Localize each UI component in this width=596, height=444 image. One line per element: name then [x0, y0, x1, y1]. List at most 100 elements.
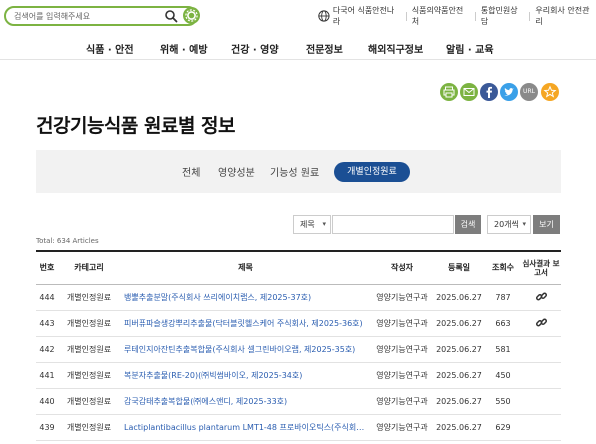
table-row: 440 개별인정원료 감국감태추출복합물(㈜에스앤디, 제2025-33호) 영양기능… [36, 388, 561, 414]
util-link-multilingual[interactable]: 다국어 식품안전나라 [333, 5, 401, 27]
row-report [521, 336, 561, 362]
row-title-link[interactable]: Lactiplantibacillus plantarum LMT1-48 프로… [120, 414, 371, 440]
divider [474, 11, 476, 21]
search-icon[interactable] [164, 9, 178, 23]
tab-nutrients[interactable]: 영양성분 [218, 164, 255, 179]
row-number: 441 [39, 370, 55, 380]
row-title-link[interactable]: 감국감태추출복합물(㈜에스앤디, 제2025-33호) [120, 388, 371, 414]
row-report[interactable] [521, 310, 561, 336]
row-title-link[interactable]: 피버퓨파슬생강뿌리추출물(닥터블릿헬스케어 주식회사, 제2025-36호) [120, 310, 371, 336]
col-title: 제목 [238, 263, 253, 273]
row-date: 2025.06.27 [436, 344, 482, 354]
row-number: 439 [39, 422, 55, 432]
row-category: 개별인정원료 [66, 292, 112, 302]
row-category: 개별인정원료 [66, 370, 112, 380]
facebook-button[interactable] [480, 83, 498, 101]
favorite-button[interactable] [541, 83, 559, 101]
link-icon [535, 292, 547, 300]
table-row: 439 개별인정원료 Lactiplantibacillus plantarum L… [36, 414, 561, 440]
twitter-button[interactable] [500, 83, 518, 101]
search-box [4, 6, 200, 26]
row-author: 영양기능연구과 [376, 396, 428, 406]
per-page-value: 20개씩 [494, 220, 519, 229]
total-count: Total: 634 Articles [36, 237, 99, 245]
page-title: 건강기능식품 원료별 정보 [36, 115, 236, 137]
url-copy-button[interactable]: URL [520, 83, 538, 101]
row-report [521, 362, 561, 388]
util-link-consult[interactable]: 통합민원상담 [481, 5, 525, 27]
row-number: 442 [39, 344, 55, 354]
row-number: 440 [39, 396, 55, 406]
nav-notice-education[interactable]: 알림 · 교육 [446, 41, 494, 56]
nav-overseas-purchase[interactable]: 해외직구정보 [368, 41, 423, 56]
table-header: 번호 카테고리 제목 작성자 등록일 조회수 심사결과 보고서 [36, 251, 561, 284]
tab-functional-ingredients[interactable]: 기능성 원료 [270, 164, 319, 179]
row-views: 787 [495, 292, 511, 302]
row-report [521, 414, 561, 440]
util-link-mfds[interactable]: 식품의약품안전처 [412, 5, 470, 27]
globe-icon [318, 10, 330, 22]
tab-all[interactable]: 전체 [182, 164, 200, 179]
search-button[interactable]: 검색 [455, 215, 481, 234]
row-category: 개별인정원료 [66, 422, 112, 432]
col-category: 카테고리 [74, 263, 104, 273]
row-author: 영양기능연구과 [376, 292, 428, 302]
print-button[interactable] [440, 83, 458, 101]
view-button[interactable]: 보기 [533, 215, 560, 234]
search-field-value: 제목 [300, 220, 315, 229]
row-title-link[interactable]: 루테인지아잔틴추출복합물(주식회사 셀그린바이오랩, 제2025-35호) [120, 336, 371, 362]
print-icon [443, 86, 455, 98]
row-views: 450 [495, 370, 511, 380]
top-bar: 다국어 식품안전나라 식품의약품안전처 통합민원상담 우리회사 안전관리 [0, 0, 596, 34]
row-date: 2025.06.27 [436, 318, 482, 328]
col-date: 등록일 [447, 263, 471, 273]
nav-health-nutrition[interactable]: 건강 · 영양 [231, 41, 279, 56]
row-report [521, 388, 561, 414]
settings-gear-button[interactable] [183, 7, 200, 24]
col-author: 작성자 [390, 263, 414, 273]
per-page-select[interactable]: 20개씩 ▾ [487, 215, 531, 234]
url-label: URL [523, 88, 535, 95]
row-views: 663 [495, 318, 511, 328]
search-input[interactable] [14, 9, 164, 23]
divider [405, 11, 407, 21]
row-author: 영양기능연구과 [376, 318, 428, 328]
table-row: 444 개별인정원료 뱅뿔추출분말(주식회사 쓰리에이치랩스, 제2025-37호)… [36, 284, 561, 310]
utility-links: 다국어 식품안전나라 식품의약품안전처 통합민원상담 우리회사 안전관리 [318, 6, 596, 26]
row-category: 개별인정원료 [66, 396, 112, 406]
chevron-down-icon: ▾ [522, 220, 526, 228]
row-category: 개별인정원료 [66, 318, 112, 328]
row-views: 629 [495, 422, 511, 432]
nav-risk-prevention[interactable]: 위해 · 예방 [160, 41, 208, 56]
row-date: 2025.06.27 [436, 422, 482, 432]
mail-button[interactable] [460, 83, 478, 101]
row-category: 개별인정원료 [66, 344, 112, 354]
divider [529, 11, 531, 21]
link-icon [535, 318, 547, 326]
row-title-link[interactable]: 뱅뿔추출분말(주식회사 쓰리에이치랩스, 제2025-37호) [120, 284, 371, 310]
mail-icon [463, 88, 475, 96]
row-author: 영양기능연구과 [376, 344, 428, 354]
table-row: 442 개별인정원료 루테인지아잔틴추출복합물(주식회사 셀그린바이오랩, 제202… [36, 336, 561, 362]
gear-icon [185, 9, 198, 22]
col-views: 조회수 [491, 263, 515, 273]
main-navigation: 식품 · 안전 위해 · 예방 건강 · 영양 전문정보 해외직구정보 알림 ·… [0, 34, 596, 60]
articles-table: 번호 카테고리 제목 작성자 등록일 조회수 심사결과 보고서 444 개별인정원… [36, 250, 561, 441]
tab-individually-approved[interactable]: 개별인정원료 [334, 162, 410, 182]
search-field-select[interactable]: 제목 ▾ [293, 215, 331, 234]
table-row: 441 개별인정원료 복분자추출물(RE-20)(㈜빅썸바이오, 제2025-34호… [36, 362, 561, 388]
keyword-input[interactable] [332, 215, 454, 234]
col-number: 번호 [39, 263, 55, 273]
star-icon [543, 85, 557, 98]
row-date: 2025.06.27 [436, 370, 482, 380]
facebook-icon [486, 86, 492, 98]
row-report[interactable] [521, 284, 561, 310]
row-author: 영양기능연구과 [376, 370, 428, 380]
nav-expert-info[interactable]: 전문정보 [306, 41, 343, 56]
twitter-icon [504, 88, 514, 96]
util-link-safety[interactable]: 우리회사 안전관리 [535, 5, 596, 27]
row-date: 2025.06.27 [436, 396, 482, 406]
row-title-link[interactable]: 복분자추출물(RE-20)(㈜빅썸바이오, 제2025-34호) [120, 362, 371, 388]
nav-food-safety[interactable]: 식품 · 안전 [86, 41, 134, 56]
row-views: 581 [495, 344, 511, 354]
